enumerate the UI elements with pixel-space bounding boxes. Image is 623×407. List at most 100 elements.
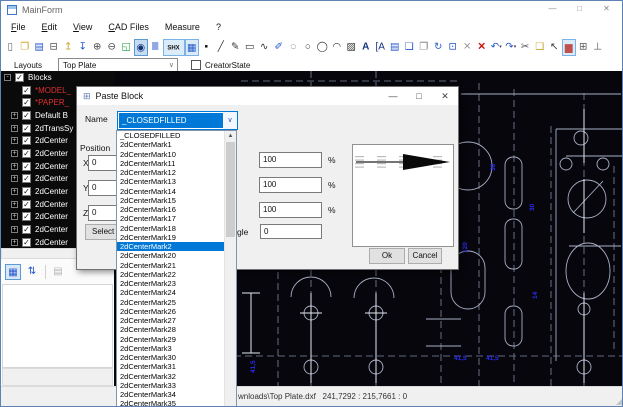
import-icon[interactable]: ↧ [76, 39, 91, 56]
tree-checkbox[interactable]: ✓ [15, 73, 24, 82]
edit-text-icon[interactable]: [A [373, 39, 388, 56]
scale-y-input[interactable]: 100 [259, 177, 322, 193]
tree-checkbox[interactable]: ✓ [22, 162, 31, 171]
dropdown-item[interactable]: 2dCenterMark20 [117, 251, 225, 260]
tree-expander-icon[interactable]: + [11, 201, 18, 208]
tree-expander-icon[interactable]: + [11, 137, 18, 144]
new-file-icon[interactable]: ▯ [3, 39, 18, 56]
tree-expander-icon[interactable]: + [11, 163, 18, 170]
dropdown-item[interactable]: 2dCenterMark15 [117, 196, 225, 205]
line-icon[interactable]: ╱ [214, 39, 229, 56]
dropdown-item[interactable]: 2dCenterMark16 [117, 205, 225, 214]
dropdown-item[interactable]: 2dCenterMark28 [117, 325, 225, 334]
point-icon[interactable]: ▪ [199, 39, 214, 56]
tree-checkbox[interactable]: ✓ [22, 200, 31, 209]
save-icon[interactable]: ▤ [32, 39, 47, 56]
dropdown-item[interactable]: 2dCenterMark17 [117, 214, 225, 223]
dropdown-item[interactable]: 2dCenterMark24 [117, 288, 225, 297]
explode-icon[interactable]: ✕ [460, 39, 475, 56]
angle-input[interactable]: 0 [260, 224, 322, 239]
block-edit-icon[interactable]: ❐ [417, 39, 432, 56]
tree-checkbox[interactable]: ✓ [22, 225, 31, 234]
dropdown-item[interactable]: 2dCenterMark30 [117, 353, 225, 362]
block-insert-icon[interactable]: ❑ [402, 39, 417, 56]
zoom-in-icon[interactable]: ⊕ [90, 39, 105, 56]
pan-icon[interactable]: ◉ [134, 39, 149, 56]
ellipse-icon[interactable]: ◯ [315, 39, 330, 56]
perpendicular-icon[interactable]: ⊥ [591, 39, 606, 56]
dropdown-item[interactable]: 2dCenterMark1 [117, 140, 225, 149]
export-icon[interactable]: ↥ [61, 39, 76, 56]
dropdown-item[interactable]: 2dCenterMark26 [117, 307, 225, 316]
tree-checkbox[interactable]: ✓ [22, 149, 31, 158]
tree-checkbox[interactable]: ✓ [22, 98, 31, 107]
tree-checkbox[interactable]: ✓ [22, 111, 31, 120]
tree-item-blocks[interactable]: - ✓ Blocks [1, 71, 114, 84]
ok-button[interactable]: Ok [369, 248, 405, 264]
open-icon[interactable]: ❒ [18, 39, 33, 56]
dialog-close-button[interactable]: ✕ [432, 88, 458, 105]
dropdown-item[interactable]: 2dCenterMark11 [117, 159, 225, 168]
block-rotate-icon[interactable]: ↻ [431, 39, 446, 56]
resize-grip-icon[interactable]: ◢ [616, 397, 622, 406]
chart-icon[interactable]: ▆ [562, 39, 577, 56]
delete-icon[interactable]: ✕ [475, 39, 490, 56]
raster-image-icon[interactable]: ▦ [185, 39, 200, 56]
arc-icon[interactable]: ◠ [330, 39, 345, 56]
tree-expander-icon[interactable]: + [11, 112, 18, 119]
tree-checkbox[interactable]: ✓ [22, 238, 31, 247]
text-icon[interactable]: A [359, 39, 374, 56]
menu-view[interactable]: View [65, 21, 100, 36]
tree-expander-icon[interactable]: + [11, 226, 18, 233]
block-scale-icon[interactable]: ⊡ [446, 39, 461, 56]
tree-expander-icon[interactable]: + [11, 213, 18, 220]
dialog-maximize-button[interactable]: □ [406, 88, 432, 105]
menu-help[interactable]: ? [208, 21, 229, 36]
shx-fonts-icon[interactable]: SHX [163, 39, 185, 56]
scale-x-input[interactable]: 100 [259, 152, 322, 168]
leader-icon[interactable]: ✎ [228, 39, 243, 56]
maximize-button[interactable]: □ [566, 2, 593, 16]
tree-checkbox[interactable]: ✓ [22, 136, 31, 145]
dropdown-item[interactable]: 2dCenterMark21 [117, 261, 225, 270]
creatorstate-checkbox[interactable] [191, 60, 201, 70]
tree-expander-icon[interactable]: + [11, 175, 18, 182]
property-grid[interactable] [2, 284, 113, 368]
close-button[interactable]: ✕ [593, 2, 620, 16]
paste-icon[interactable]: ❏ [533, 39, 548, 56]
pointer-icon[interactable]: ↖ [547, 39, 562, 56]
alphabetical-icon[interactable]: ⇅ [24, 264, 40, 280]
polyline-icon[interactable]: ∿ [257, 39, 272, 56]
image-attach-icon[interactable]: ▤ [388, 39, 403, 56]
print-icon[interactable]: ⊟ [47, 39, 62, 56]
dropdown-item[interactable]: 2dCenterMark12 [117, 168, 225, 177]
dropdown-item[interactable]: 2dCenterMark35 [117, 399, 225, 407]
hatch-icon[interactable]: ▨ [344, 39, 359, 56]
dropdown-item[interactable]: 2dCenterMark34 [117, 390, 225, 399]
cancel-button[interactable]: Cancel [408, 248, 442, 264]
dropdown-item[interactable]: 2dCenterMark23 [117, 279, 225, 288]
tree-checkbox[interactable]: ✓ [22, 187, 31, 196]
dropdown-item[interactable]: 2dCenterMark13 [117, 177, 225, 186]
menu-measure[interactable]: Measure [157, 21, 208, 36]
dialog-minimize-button[interactable]: — [380, 88, 406, 105]
dropdown-item[interactable]: 2dCenterMark31 [117, 362, 225, 371]
rectangle-icon[interactable]: ▭ [243, 39, 258, 56]
tree-checkbox[interactable]: ✓ [22, 212, 31, 221]
dropdown-item[interactable]: 2dCenterMark14 [117, 187, 225, 196]
undo-icon[interactable]: ↶▾ [489, 39, 504, 56]
dropdown-item[interactable]: 2dCenterMark10 [117, 150, 225, 159]
scale-z-input[interactable]: 100 [259, 202, 322, 218]
zoom-out-icon[interactable]: ⊖ [105, 39, 120, 56]
menu-file[interactable]: File [3, 21, 34, 36]
redo-icon[interactable]: ↷▾ [504, 39, 519, 56]
tree-checkbox[interactable]: ✓ [22, 86, 31, 95]
revision-cloud-icon[interactable]: ◌ [286, 39, 301, 56]
dropdown-item[interactable]: 2dCenterMark18 [117, 224, 225, 233]
tree-expander-icon[interactable]: + [11, 150, 18, 157]
dropdown-item[interactable]: 2dCenterMark19 [117, 233, 225, 242]
chevron-down-icon[interactable]: ∨ [223, 112, 237, 129]
dropdown-item[interactable]: 2dCenterMark27 [117, 316, 225, 325]
circle-icon[interactable]: ○ [301, 39, 316, 56]
dropdown-item[interactable]: 2dCenterMark3 [117, 344, 225, 353]
